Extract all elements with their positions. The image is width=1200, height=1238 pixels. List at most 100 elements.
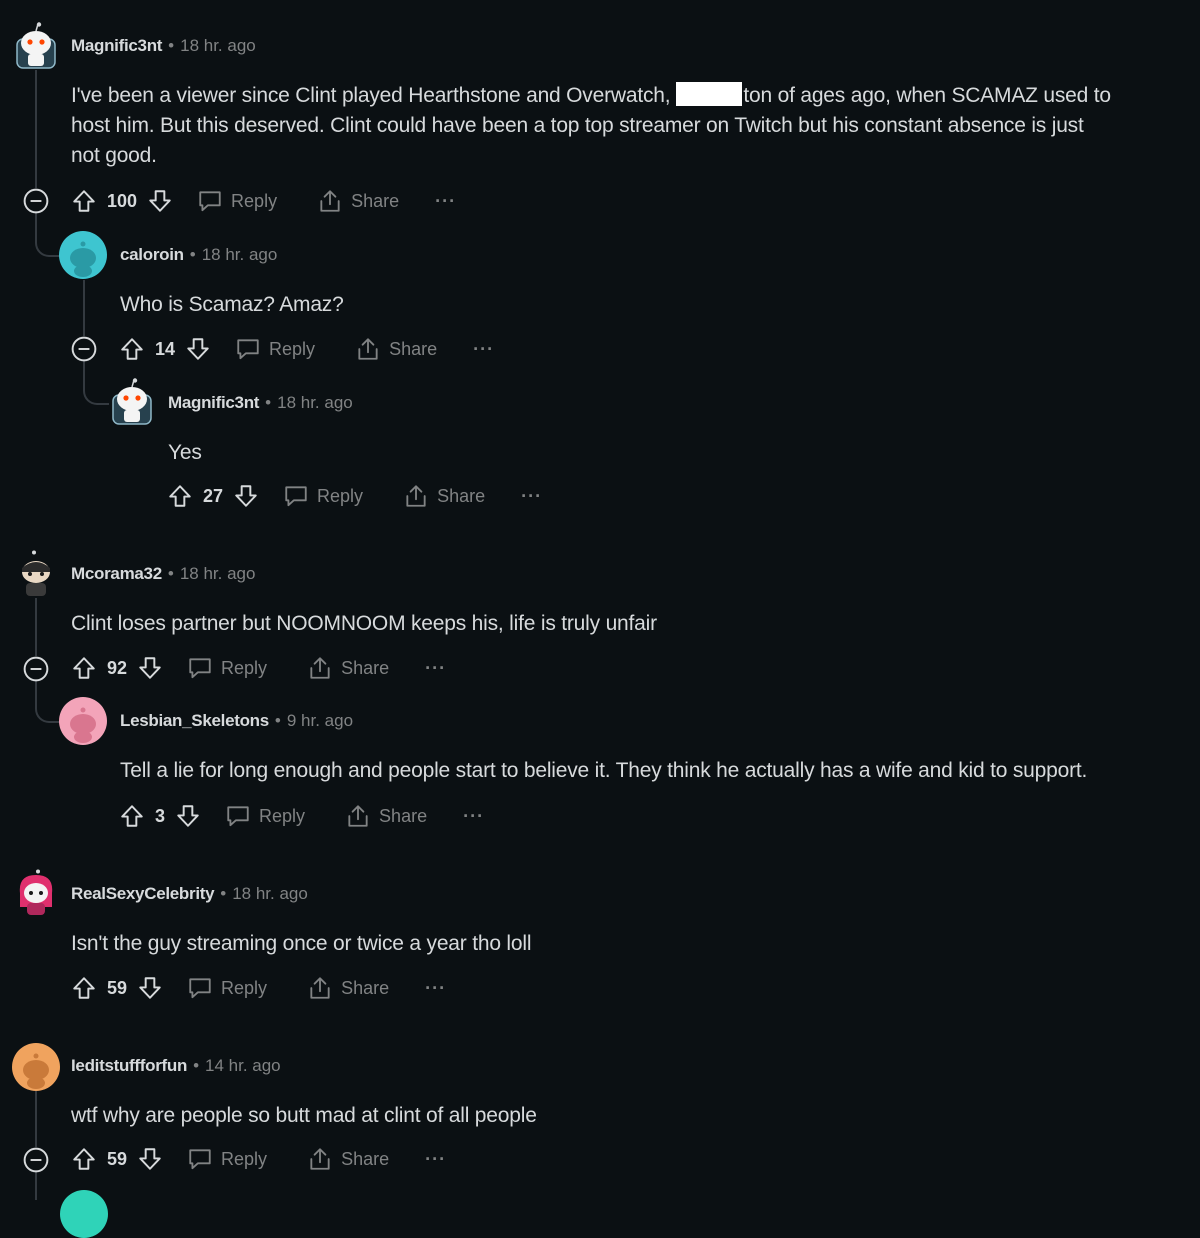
reply-label: Reply (259, 805, 306, 826)
downvote-icon (137, 655, 163, 681)
collapse-thread-button[interactable] (23, 656, 49, 682)
timestamp[interactable]: 14 hr. ago (205, 1056, 281, 1076)
thread-elbow (83, 361, 109, 405)
share-button[interactable]: Share (345, 803, 427, 829)
upvote-button[interactable] (71, 655, 97, 681)
reply-button[interactable]: Reply (187, 1146, 267, 1172)
more-options-button[interactable]: ··· (425, 1149, 446, 1170)
username[interactable]: Ieditstuffforfun (71, 1056, 187, 1076)
downvote-button[interactable] (137, 975, 163, 1001)
comment-text: Tell a lie for long enough and people st… (120, 759, 1088, 782)
share-icon (355, 336, 381, 362)
timestamp[interactable]: 18 hr. ago (232, 884, 308, 904)
more-options-button[interactable]: ··· (425, 978, 446, 999)
share-button[interactable]: Share (307, 655, 389, 681)
upvote-icon (71, 655, 97, 681)
share-label: Share (341, 1148, 390, 1169)
upvote-icon (119, 803, 145, 829)
comment-actions: 100 Reply Share ··· (71, 186, 456, 216)
comment-actions: 92 Reply Share ··· (71, 653, 446, 683)
comment-text: Who is Scamaz? Amaz? (120, 293, 344, 316)
collapse-thread-button[interactable] (23, 188, 49, 214)
collapse-thread-button[interactable] (71, 336, 97, 362)
comment-text: not good. (71, 144, 157, 167)
comment-body: Isn't the guy streaming once or twice a … (71, 929, 532, 959)
timestamp[interactable]: 9 hr. ago (287, 711, 353, 731)
upvote-button[interactable] (119, 803, 145, 829)
share-button[interactable]: Share (307, 975, 389, 1001)
comment-actions: 27 Reply Share ··· (167, 481, 542, 511)
comment-body: Tell a lie for long enough and people st… (120, 756, 1087, 786)
username[interactable]: Mcorama32 (71, 564, 162, 584)
share-button[interactable]: Share (403, 483, 485, 509)
redaction-box (676, 82, 743, 106)
share-label: Share (341, 657, 390, 678)
more-options-button[interactable]: ··· (463, 806, 484, 827)
default-teal-avatar[interactable] (59, 231, 107, 279)
reply-icon (187, 1146, 213, 1172)
reply-icon (187, 975, 213, 1001)
default-pink-avatar[interactable] (59, 697, 107, 745)
downvote-button[interactable] (137, 1146, 163, 1172)
comment-meta: Magnific3nt • 18 hr. ago (168, 393, 353, 413)
share-button[interactable]: Share (307, 1146, 389, 1172)
timestamp[interactable]: 18 hr. ago (277, 393, 353, 413)
reply-button[interactable]: Reply (225, 803, 305, 829)
downvote-button[interactable] (175, 803, 201, 829)
reply-button[interactable]: Reply (187, 975, 267, 1001)
upvote-button[interactable] (71, 975, 97, 1001)
reply-label: Reply (317, 485, 364, 506)
vote-score: 59 (107, 1148, 128, 1169)
thread-line[interactable] (35, 1091, 37, 1147)
share-label: Share (351, 190, 400, 211)
more-options-button[interactable]: ··· (425, 658, 446, 679)
comment-actions: 3 Reply Share ··· (119, 801, 484, 831)
downvote-button[interactable] (185, 336, 211, 362)
thread-line[interactable] (35, 70, 37, 188)
thread-line[interactable] (83, 280, 85, 336)
collapse-thread-button[interactable] (23, 1147, 49, 1173)
upvote-icon (119, 336, 145, 362)
thread-line[interactable] (35, 1172, 37, 1200)
username[interactable]: Lesbian_Skeletons (120, 711, 269, 731)
share-icon (307, 1146, 333, 1172)
reply-button[interactable]: Reply (235, 336, 315, 362)
reply-button[interactable]: Reply (283, 483, 363, 509)
more-options-button[interactable]: ··· (473, 339, 494, 360)
timestamp[interactable]: 18 hr. ago (202, 245, 278, 265)
comment-actions: 59 Reply Share ··· (71, 1144, 446, 1174)
upvote-button[interactable] (167, 483, 193, 509)
username[interactable]: Magnific3nt (168, 393, 259, 413)
reply-button[interactable]: Reply (197, 188, 277, 214)
downvote-button[interactable] (137, 655, 163, 681)
snoo-ninja-avatar[interactable] (14, 550, 58, 598)
downvote-button[interactable] (147, 188, 173, 214)
upvote-icon (71, 1146, 97, 1172)
share-button[interactable]: Share (317, 188, 399, 214)
vote-score: 27 (203, 485, 224, 506)
username[interactable]: caloroin (120, 245, 184, 265)
snoo-ghost-avatar[interactable] (110, 378, 154, 426)
thread-line[interactable] (35, 598, 37, 656)
username[interactable]: Magnific3nt (71, 36, 162, 56)
upvote-button[interactable] (71, 1146, 97, 1172)
more-options-button[interactable]: ··· (435, 191, 456, 212)
reply-button[interactable]: Reply (187, 655, 267, 681)
downvote-button[interactable] (233, 483, 259, 509)
comment-text: I've been a viewer since Clint played He… (71, 84, 671, 107)
upvote-button[interactable] (71, 188, 97, 214)
username[interactable]: RealSexyCelebrity (71, 884, 215, 904)
default-teal-avatar[interactable] (60, 1190, 108, 1238)
comment-body: Who is Scamaz? Amaz? (120, 290, 344, 320)
comment-body: Clint loses partner but NOOMNOOM keeps h… (71, 609, 657, 639)
default-orange-avatar[interactable] (12, 1043, 60, 1091)
share-button[interactable]: Share (355, 336, 437, 362)
reply-icon (225, 803, 251, 829)
snoo-ghost-avatar[interactable] (14, 22, 58, 70)
comment-actions: 59 Reply Share ··· (71, 973, 446, 1003)
more-options-button[interactable]: ··· (521, 486, 542, 507)
timestamp[interactable]: 18 hr. ago (180, 36, 256, 56)
upvote-button[interactable] (119, 336, 145, 362)
timestamp[interactable]: 18 hr. ago (180, 564, 256, 584)
snoo-pink-hair-avatar[interactable] (14, 869, 58, 917)
